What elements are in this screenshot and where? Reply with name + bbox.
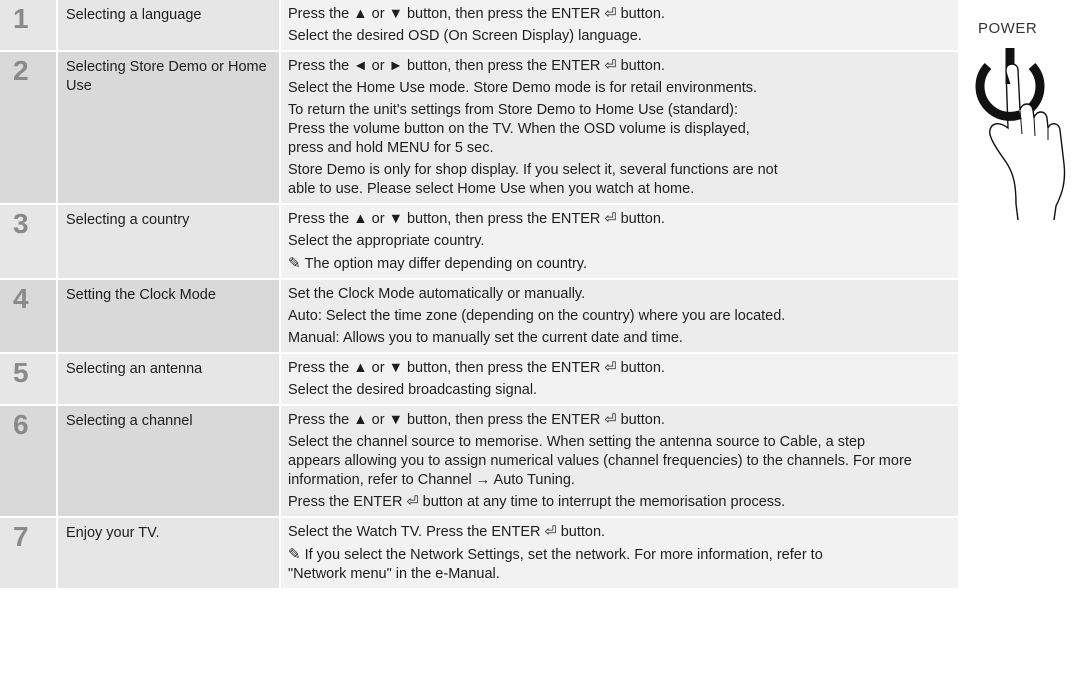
- step-number: 1: [0, 0, 56, 50]
- step-text: To return the unit's settings from Store…: [288, 102, 750, 156]
- step-text: Select the appropriate country.: [288, 233, 485, 249]
- step-description: Select the Watch TV. Press the ENTER ⏎ b…: [279, 518, 958, 588]
- step-description: Press the ▲ or ▼ button, then press the …: [279, 406, 958, 516]
- step-row-7: 7 Enjoy your TV. Select the Watch TV. Pr…: [0, 518, 958, 590]
- step-row-6: 6 Selecting a channel Press the ▲ or ▼ b…: [0, 406, 958, 518]
- step-description: Press the ◄ or ► button, then press the …: [279, 52, 958, 203]
- step-text: Select the channel source to memorise. W…: [288, 434, 912, 488]
- step-description: Press the ▲ or ▼ button, then press the …: [279, 354, 958, 404]
- step-number: 6: [0, 406, 56, 516]
- step-note: ✎ If you select the Network Settings, set…: [288, 545, 950, 584]
- step-text: Store Demo is only for shop display. If …: [288, 162, 778, 197]
- step-text: Press the ▲ or ▼ button, then press the …: [288, 412, 665, 428]
- step-note: ✎ The option may differ depending on coun…: [288, 254, 950, 274]
- step-text: Select the desired broadcasting signal.: [288, 382, 538, 398]
- step-row-1: 1 Selecting a language Press the ▲ or ▼ …: [0, 0, 958, 52]
- step-number: 7: [0, 518, 56, 588]
- step-text: Select the Watch TV. Press the ENTER ⏎ b…: [288, 524, 606, 540]
- step-description: Press the ▲ or ▼ button, then press the …: [279, 205, 958, 278]
- step-title: Selecting Store Demo or Home Use: [56, 52, 279, 203]
- step-description: Press the ▲ or ▼ button, then press the …: [279, 0, 958, 50]
- step-text: Press the ENTER ⏎ button at any time to …: [288, 494, 786, 510]
- step-row-5: 5 Selecting an antenna Press the ▲ or ▼ …: [0, 354, 958, 406]
- step-text: Press the ▲ or ▼ button, then press the …: [288, 211, 665, 227]
- step-number: 2: [0, 52, 56, 203]
- step-text: Manual: Allows you to manually set the c…: [288, 330, 683, 346]
- step-row-4: 4 Setting the Clock Mode Set the Clock M…: [0, 280, 958, 354]
- step-number: 5: [0, 354, 56, 404]
- step-text: Select the desired OSD (On Screen Displa…: [288, 28, 642, 44]
- step-title: Selecting an antenna: [56, 354, 279, 404]
- note-text: The option may differ depending on count…: [304, 256, 587, 272]
- note-text: If you select the Network Settings, set …: [288, 547, 823, 582]
- setup-steps-table: 1 Selecting a language Press the ▲ or ▼ …: [0, 0, 958, 590]
- step-title: Selecting a country: [56, 205, 279, 278]
- step-description: Set the Clock Mode automatically or manu…: [279, 280, 958, 352]
- step-title: Setting the Clock Mode: [56, 280, 279, 352]
- step-text: Press the ▲ or ▼ button, then press the …: [288, 6, 665, 22]
- hand-pressing-power-icon: [975, 48, 1066, 221]
- step-row-3: 3 Selecting a country Press the ▲ or ▼ b…: [0, 205, 958, 280]
- note-pencil-icon: ✎: [288, 546, 301, 563]
- power-label: POWER: [978, 20, 1038, 37]
- step-number: 4: [0, 280, 56, 352]
- step-row-2: 2 Selecting Store Demo or Home Use Press…: [0, 52, 958, 205]
- step-text: Set the Clock Mode automatically or manu…: [288, 286, 586, 302]
- step-text: Auto: Select the time zone (depending on…: [288, 308, 786, 324]
- step-text: Press the ◄ or ► button, then press the …: [288, 58, 665, 74]
- note-pencil-icon: ✎: [288, 255, 301, 272]
- step-text: Press the ▲ or ▼ button, then press the …: [288, 360, 665, 376]
- step-number: 3: [0, 205, 56, 278]
- step-title: Selecting a channel: [56, 406, 279, 516]
- step-text: Select the Home Use mode. Store Demo mod…: [288, 80, 758, 96]
- step-title: Enjoy your TV.: [56, 518, 279, 588]
- step-title: Selecting a language: [56, 0, 279, 50]
